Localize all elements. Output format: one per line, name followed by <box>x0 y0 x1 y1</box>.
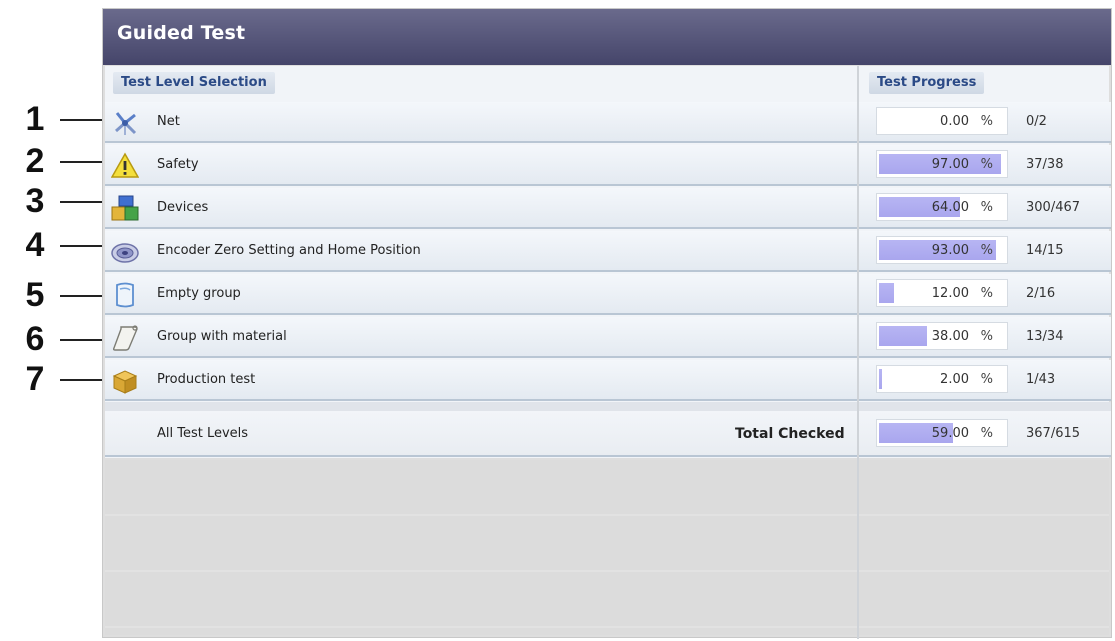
row-count: 2/16 <box>1026 286 1056 301</box>
row-label: Encoder Zero Setting and Home Position <box>157 243 421 258</box>
row-label: Net <box>157 114 180 129</box>
percent-sign: % <box>980 426 993 441</box>
progress-bar: 97.00 % <box>876 150 1008 178</box>
row-count: 300/467 <box>1026 200 1081 215</box>
callout-4: 4 <box>20 226 122 264</box>
progress-bar: 93.00 % <box>876 236 1008 264</box>
progress-percent: 12.00 <box>931 286 969 301</box>
total-row[interactable]: All Test Levels Total Checked 59.00 % 36… <box>105 411 1111 457</box>
percent-sign: % <box>980 286 993 301</box>
empty-group-icon <box>116 282 134 308</box>
percent-sign: % <box>980 243 993 258</box>
progress-percent: 0.00 <box>940 114 969 129</box>
row-label: Safety <box>157 157 199 172</box>
percent-sign: % <box>980 200 993 215</box>
test-level-row-group-with-material[interactable]: Group with material 38.00 % 13/34 <box>105 317 1111 358</box>
row-count: 0/2 <box>1026 114 1047 129</box>
progress-percent: 38.00 <box>931 329 969 344</box>
progress-percent: 97.00 <box>931 157 969 172</box>
callout-5: 5 <box>20 276 122 314</box>
test-level-row-devices[interactable]: Devices 64.00 % 300/467 <box>105 188 1111 229</box>
test-level-panel: Test Level Selection Test Progress Net 0… <box>105 66 1111 458</box>
warning-icon <box>111 152 139 178</box>
guided-test-window: Guided Test Test Level Selection Test Pr… <box>102 8 1112 639</box>
test-level-row-empty-group[interactable]: Empty group 12.00 % 2/16 <box>105 274 1111 315</box>
row-count: 13/34 <box>1026 329 1064 344</box>
window-title: Guided Test <box>117 22 246 44</box>
progress-fill <box>879 369 882 389</box>
progress-fill <box>879 326 927 346</box>
encoder-icon <box>111 243 139 263</box>
test-level-selection-header: Test Level Selection <box>113 72 275 94</box>
box-icon <box>112 370 138 394</box>
empty-list-area <box>105 460 1109 635</box>
progress-bar: 38.00 % <box>876 322 1008 350</box>
callout-number: 2 <box>25 142 45 180</box>
callout-1: 1 <box>20 100 122 138</box>
percent-sign: % <box>980 157 993 172</box>
total-checked-label: Total Checked <box>735 426 845 442</box>
callout-2: 2 <box>20 142 122 180</box>
title-bar: Guided Test <box>103 9 1111 65</box>
column-separator <box>857 66 859 639</box>
row-count: 14/15 <box>1026 243 1064 258</box>
test-level-row-net[interactable]: Net 0.00 % 0/2 <box>105 102 1111 143</box>
devices-icon <box>111 195 139 221</box>
total-progress-bar: 59.00 % <box>876 419 1008 447</box>
row-label: Empty group <box>157 286 241 301</box>
net-icon <box>115 112 137 135</box>
row-count: 1/43 <box>1026 372 1056 387</box>
percent-sign: % <box>980 372 993 387</box>
percent-sign: % <box>980 329 993 344</box>
progress-percent: 64.00 <box>931 200 969 215</box>
percent-sign: % <box>980 114 993 129</box>
callout-number: 6 <box>25 320 45 358</box>
all-test-levels-label: All Test Levels <box>157 426 249 441</box>
scroll-icon <box>112 325 138 351</box>
row-label: Production test <box>157 372 256 387</box>
callout-number: 5 <box>25 276 45 314</box>
test-level-row-production-test[interactable]: Production test 2.00 % 1/43 <box>105 360 1111 401</box>
row-count: 37/38 <box>1026 157 1064 172</box>
row-spacer <box>105 402 1111 411</box>
test-level-row-encoder[interactable]: Encoder Zero Setting and Home Position 9… <box>105 231 1111 272</box>
progress-bar: 2.00 % <box>876 365 1008 393</box>
callout-number: 4 <box>25 226 45 264</box>
callout-6: 6 <box>20 320 122 358</box>
callout-number: 7 <box>25 360 45 398</box>
callout-7: 7 <box>20 360 122 398</box>
progress-percent: 59.00 <box>931 426 969 441</box>
test-level-row-safety[interactable]: Safety 97.00 % 37/38 <box>105 145 1111 186</box>
row-label: Devices <box>157 200 209 215</box>
progress-percent: 93.00 <box>931 243 969 258</box>
callout-number: 1 <box>25 100 45 138</box>
callout-3: 3 <box>20 182 122 220</box>
progress-percent: 2.00 <box>940 372 969 387</box>
progress-fill <box>879 283 894 303</box>
progress-bar: 12.00 % <box>876 279 1008 307</box>
total-count: 367/615 <box>1026 426 1081 441</box>
test-progress-header: Test Progress <box>869 72 985 94</box>
progress-bar: 0.00 % <box>876 107 1008 135</box>
progress-bar: 64.00 % <box>876 193 1008 221</box>
row-label: Group with material <box>157 329 287 344</box>
callout-number: 3 <box>25 182 45 220</box>
